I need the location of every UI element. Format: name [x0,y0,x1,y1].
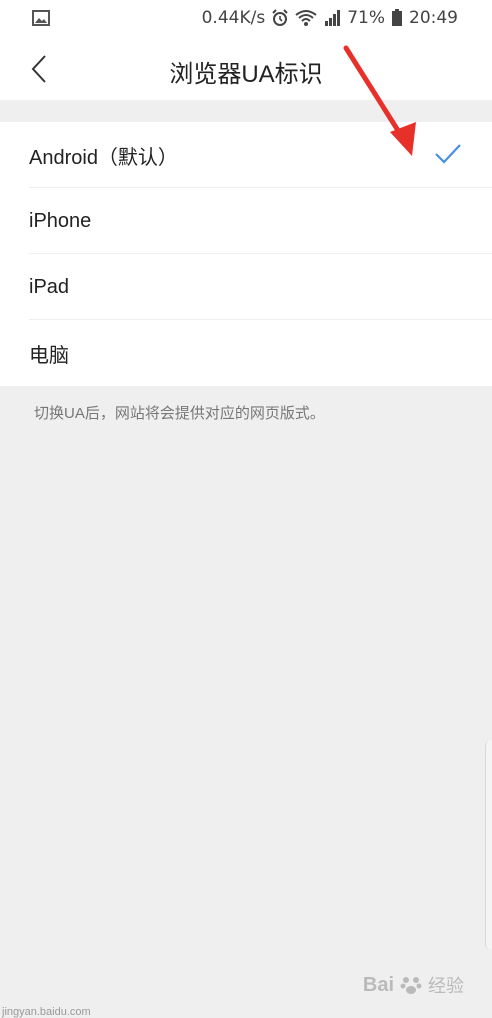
status-bar: 0.44K/s 71% 20:49 [0,0,492,38]
clock: 20:49 [409,8,458,28]
alarm-icon [272,9,288,26]
ua-hint-text: 切换UA后，网站将会提供对应的网页版式。 [34,405,325,422]
ua-option-label: Android（默认） [29,146,178,169]
ua-option-label: 电脑 [29,344,69,367]
ua-option-label: iPhone [29,209,92,232]
network-speed: 0.44K/s [201,8,266,28]
ua-option-pc[interactable]: 电脑 [0,320,492,386]
wifi-icon [295,10,317,26]
paw-icon [400,977,422,994]
signal-icon [325,10,341,26]
status-right: 0.44K/s 71% 20:49 [202,8,458,28]
watermark-suffix: 经验 [428,976,464,996]
watermark-brand: Bai [362,973,394,996]
ua-option-ipad[interactable]: iPad [0,254,492,320]
checkmark-icon [435,144,461,164]
watermark-sub: jingyan.baidu.com [2,1006,91,1018]
battery-percent: 71% [347,8,385,28]
ua-option-label: iPad [29,275,70,298]
status-left [32,10,50,31]
baidu-watermark: Bai 经验 [363,972,464,998]
battery-icon [392,9,402,26]
ua-option-iphone[interactable]: iPhone [0,188,492,254]
edge-panel-handle[interactable] [485,740,492,950]
image-icon [32,10,50,26]
annotation-arrow [343,45,416,156]
